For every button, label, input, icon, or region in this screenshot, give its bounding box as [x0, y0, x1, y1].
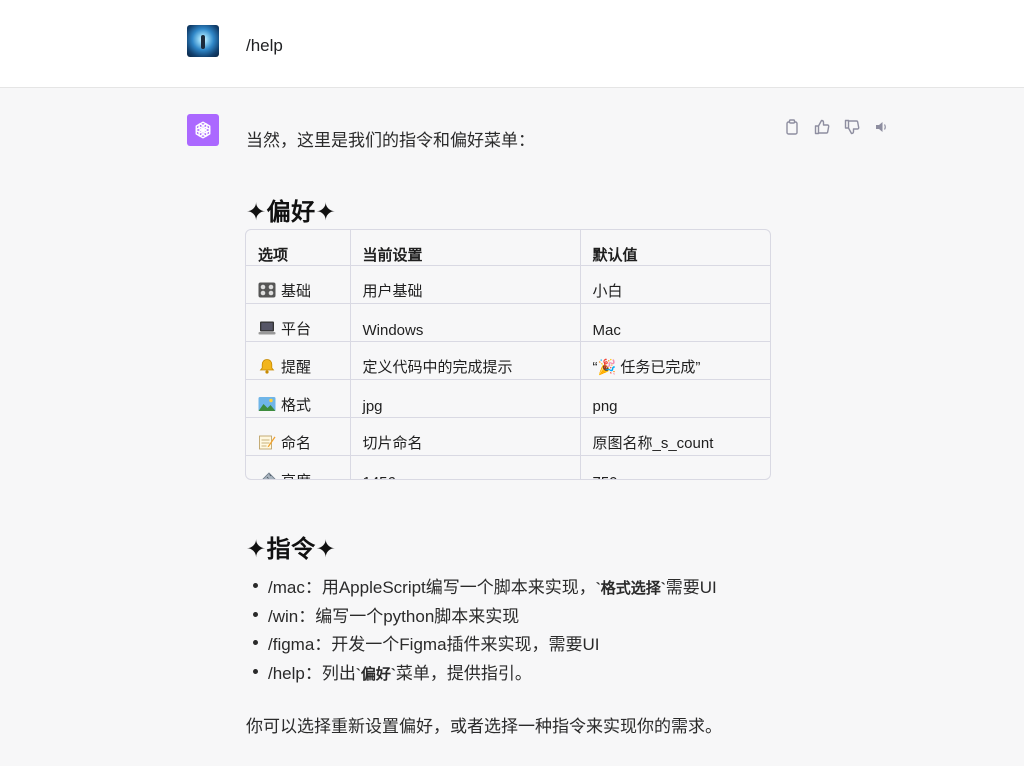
table-row: 提醒 定义代码中的完成提示 “🎉 任务已完成” [246, 341, 770, 380]
thumbs-up-icon[interactable] [813, 118, 831, 136]
openai-logo-icon [195, 121, 211, 139]
header-current: 当前设置 [350, 230, 581, 266]
current-cell: jpg [350, 379, 581, 418]
header-default: 默认值 [580, 230, 770, 266]
message-actions [783, 118, 891, 136]
assistant-outro: 你可以选择重新设置偏好，或者选择一种指令来实现你的需求。 [246, 717, 722, 736]
header-option: 选项 [246, 230, 351, 266]
command-text: /win：编写一个python脚本来实现 [268, 606, 520, 626]
command-text: /mac：用AppleScript编写一个脚本来实现， [268, 578, 596, 597]
commands-heading: ✦指令✦ [246, 536, 337, 563]
memo-icon [259, 435, 276, 450]
option-cell: 提醒 [246, 341, 351, 380]
option-cell: 格式 [246, 379, 351, 418]
thumbs-down-icon[interactable] [843, 118, 861, 136]
inline-code: `格式选择` [595, 580, 666, 597]
option-cell: 基础 [246, 265, 351, 304]
landscape-icon [258, 397, 276, 411]
current-cell: 1456 [350, 455, 581, 479]
table-header-row: 选项 当前设置 默认值 [246, 230, 770, 266]
default-cell: “🎉 任务已完成” [580, 341, 770, 380]
table-row: 命名 切片命名 原图名称_s_count [246, 417, 770, 456]
user-avatar [187, 25, 219, 57]
user-message-text: /help [246, 36, 283, 55]
option-cell: 高度 [246, 455, 351, 479]
commands-list: /mac：用AppleScript编写一个脚本来实现，`格式选择`需要UI /w… [246, 574, 717, 688]
option-label: 格式 [281, 397, 312, 414]
table-row: 高度 1456 750 [246, 455, 770, 479]
list-item: /figma：开发一个Figma插件来实现，需要UI [246, 631, 717, 660]
default-cell: Mac [580, 303, 770, 342]
current-cell: Windows [350, 303, 581, 342]
option-cell: 平台 [246, 303, 351, 342]
assistant-avatar [187, 114, 219, 146]
inline-code: `偏好` [355, 665, 396, 683]
list-item: /mac：用AppleScript编写一个脚本来实现，`格式选择`需要UI [246, 574, 717, 603]
option-label: 平台 [281, 321, 312, 338]
copy-icon[interactable] [783, 118, 801, 136]
option-label: 高度 [281, 473, 311, 479]
current-cell: 用户基础 [350, 265, 581, 304]
table-row: 格式 jpg png [246, 379, 770, 418]
current-cell: 定义代码中的完成提示 [350, 341, 581, 380]
default-cell: png [580, 379, 770, 418]
list-item: /win：编写一个python脚本来实现 [246, 603, 717, 632]
default-cell: 小白 [580, 265, 770, 304]
command-text-after: 菜单，提供指引。 [395, 663, 532, 683]
preferences-heading: ✦偏好✦ [246, 199, 337, 226]
option-label: 命名 [281, 435, 312, 452]
list-item: /help：列出`偏好`菜单，提供指引。 [246, 660, 717, 689]
default-cell: 750 [580, 455, 770, 479]
option-label: 提醒 [281, 359, 312, 376]
control-knobs-icon [258, 282, 276, 298]
user-message-row: /help [0, 0, 1024, 88]
assistant-intro: 当然，这里是我们的指令和偏好菜单： [246, 131, 535, 150]
default-cell: 原图名称_s_count [580, 417, 770, 456]
ruler-icon [262, 472, 276, 479]
option-label: 基础 [281, 283, 312, 300]
bell-icon [259, 359, 275, 374]
command-text-after: 需要UI [665, 578, 717, 597]
current-cell: 切片命名 [350, 417, 581, 456]
table-row: 平台 Windows Mac [246, 303, 770, 342]
speaker-icon[interactable] [873, 118, 891, 136]
table-row: 基础 用户基础 小白 [246, 265, 770, 304]
option-cell: 命名 [246, 417, 351, 456]
laptop-icon [258, 321, 276, 335]
preferences-table: 选项 当前设置 默认值 基础 用户基础 小白 平台 Windows Mac 提醒… [245, 229, 771, 480]
command-text: /figma：开发一个Figma插件来实现，需要UI [268, 635, 600, 654]
command-text: /help：列出 [268, 663, 356, 683]
